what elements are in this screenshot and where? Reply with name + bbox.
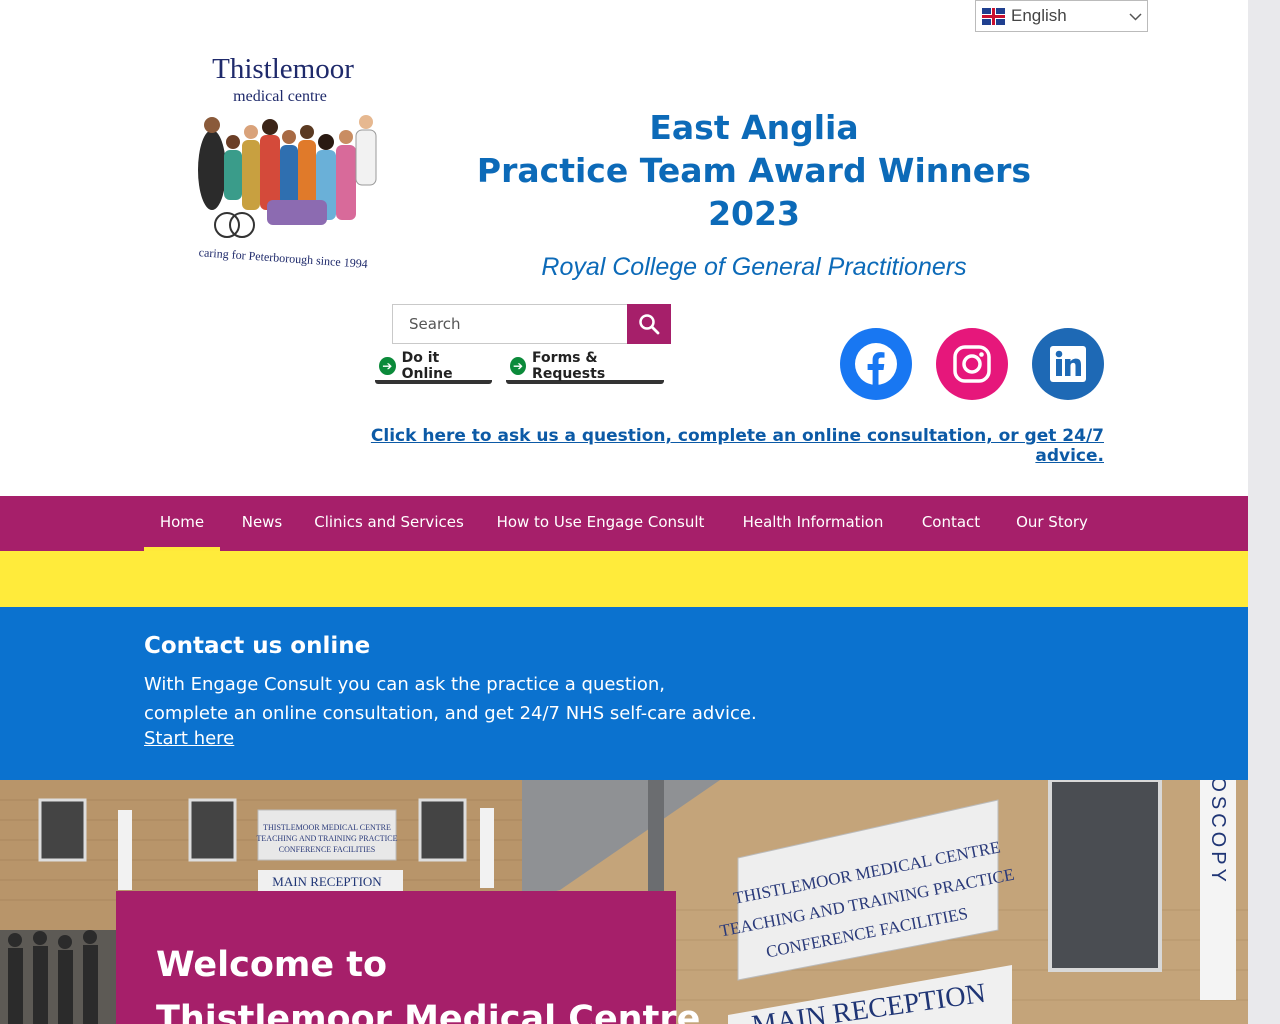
nav-item-our-story[interactable]: Our Story <box>1001 496 1103 551</box>
nav-item-how-to-use-engage-consult[interactable]: How to Use Engage Consult <box>481 496 720 551</box>
chevron-down-icon <box>1123 9 1147 24</box>
logo-tagline: caring for Peterborough since 1994 <box>198 245 368 271</box>
nav-item-clinics-and-services[interactable]: Clinics and Services <box>304 496 474 551</box>
contact-banner-title: Contact us online <box>144 633 371 659</box>
contact-online-banner: Contact us online With Engage Consult yo… <box>0 607 1248 780</box>
arrow-right-circle-icon: ➔ <box>510 357 527 375</box>
nav-item-health-information[interactable]: Health Information <box>726 496 900 551</box>
award-line-1: East Anglia <box>649 108 859 147</box>
instagram-link[interactable] <box>936 328 1008 400</box>
yellow-banner <box>0 551 1248 607</box>
search-bar <box>392 304 671 344</box>
instagram-icon <box>953 345 991 383</box>
logo-name: Thistlemoor <box>212 53 354 85</box>
nav-item-home[interactable]: Home <box>144 496 220 551</box>
hero-sign-left-2: TEACHING AND TRAINING PRACTICE <box>257 834 398 843</box>
linkedin-link[interactable] <box>1032 328 1104 400</box>
contact-banner-line-1: With Engage Consult you can ask the prac… <box>144 674 666 695</box>
nav-item-contact[interactable]: Contact <box>907 496 995 551</box>
search-input[interactable] <box>392 304 627 344</box>
uk-flag-icon <box>982 7 1005 25</box>
start-here-link[interactable]: Start here <box>144 728 234 749</box>
ask-question-link[interactable]: Click here to ask us a question, complet… <box>360 426 1104 466</box>
arrow-right-circle-icon: ➔ <box>379 357 396 375</box>
do-it-online-label: Do it Online <box>401 350 453 382</box>
language-selector[interactable]: English <box>975 0 1148 32</box>
logo-subtitle: medical centre <box>233 88 327 105</box>
page: English Thistlemoor medical centre carin… <box>0 0 1248 1024</box>
welcome-line-2: Thistlemoor Medical Centre <box>156 999 701 1024</box>
do-it-online-button[interactable]: ➔ Do it Online <box>375 350 492 384</box>
people-illustration <box>198 115 377 238</box>
contact-banner-text: With Engage Consult you can ask the prac… <box>144 671 764 728</box>
forms-requests-label: Forms & Requests <box>532 350 606 382</box>
hero-endoscopy-sign: ENDOSCOPY <box>1207 780 1229 886</box>
site-logo[interactable]: Thistlemoor medical centre caring for Pe… <box>172 50 394 275</box>
contact-banner-line-2: complete an online consultation, and get… <box>144 702 757 724</box>
main-nav: Home News Clinics and Services How to Us… <box>0 496 1248 551</box>
nav-item-news[interactable]: News <box>226 496 298 551</box>
facebook-icon <box>855 343 897 386</box>
welcome-card: Welcome to Thistlemoor Medical Centre <box>116 891 700 1024</box>
facebook-link[interactable] <box>840 328 912 400</box>
linkedin-icon <box>1050 346 1086 382</box>
hero-main-reception-left: MAIN RECEPTION <box>272 874 382 889</box>
hero-sign-left-3: CONFERENCE FACILITIES <box>279 845 376 854</box>
search-button[interactable] <box>627 304 671 344</box>
welcome-line-1: Welcome to <box>156 945 388 985</box>
award-subtitle: Royal College of General Practitioners <box>541 253 967 281</box>
hero-sign-left-1: THISTLEMOOR MEDICAL CENTRE <box>263 823 391 832</box>
language-label: English <box>1011 6 1067 25</box>
forms-requests-button[interactable]: ➔ Forms & Requests <box>506 350 664 384</box>
award-heading: East Anglia Practice Team Award Winners … <box>440 106 1068 282</box>
vertical-scrollbar[interactable] <box>1248 0 1280 1024</box>
search-icon <box>639 314 660 335</box>
award-line-2: Practice Team Award Winners 2023 <box>476 151 1032 233</box>
